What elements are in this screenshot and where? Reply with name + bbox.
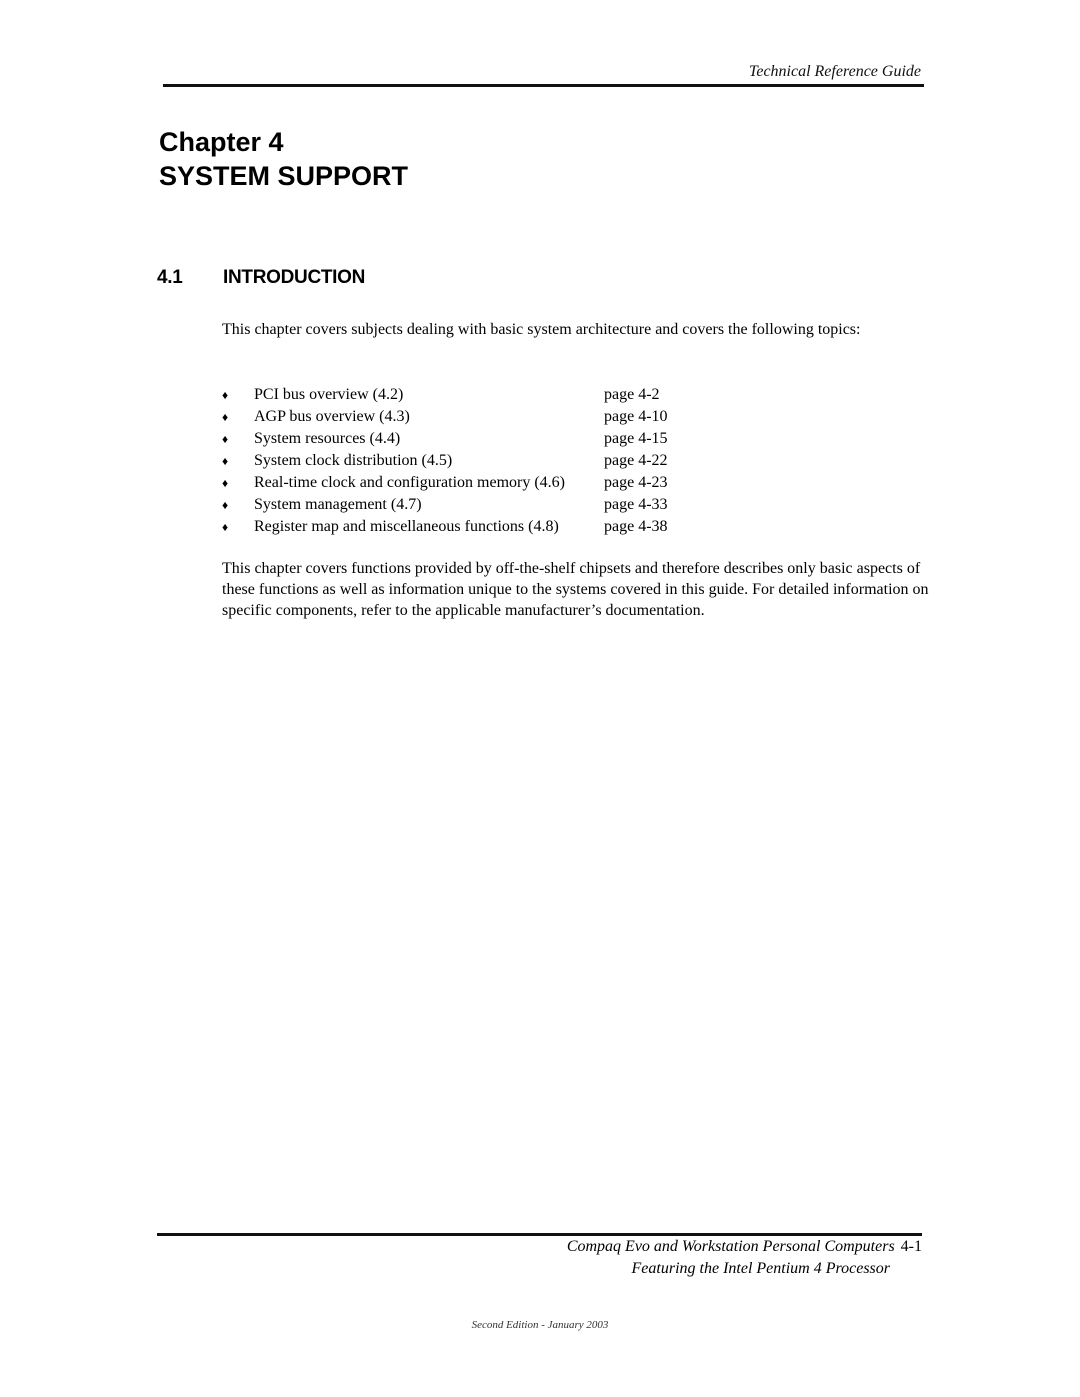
topic-label: PCI bus overview (4.2): [254, 386, 404, 403]
topic-page-ref: page 4-33: [604, 496, 668, 513]
footer-product-line: Compaq Evo and Workstation Personal Comp…: [567, 1238, 922, 1256]
diamond-bullet-icon: ♦: [222, 432, 229, 446]
footer-rule: [157, 1233, 922, 1236]
intro-paragraph: This chapter covers subjects dealing wit…: [222, 321, 861, 338]
topic-item: ♦ PCI bus overview (4.2) page 4-2: [222, 384, 668, 406]
topic-list: ♦ PCI bus overview (4.2) page 4-2 ♦ AGP …: [222, 384, 668, 538]
topic-page-ref: page 4-38: [604, 518, 668, 535]
topic-page-ref: page 4-10: [604, 408, 668, 425]
topic-item: ♦ Real-time clock and configuration memo…: [222, 472, 668, 494]
diamond-bullet-icon: ♦: [222, 410, 229, 424]
topic-item: ♦ System management (4.7) page 4-33: [222, 494, 668, 516]
section-heading: 4.1 INTRODUCTION: [157, 267, 365, 289]
topic-label: System resources (4.4): [254, 430, 401, 447]
footer-subtitle: Featuring the Intel Pentium 4 Processor: [631, 1260, 890, 1277]
topic-label: System clock distribution (4.5): [254, 452, 453, 469]
diamond-bullet-icon: ♦: [222, 388, 229, 402]
topic-page-ref: page 4-15: [604, 430, 668, 447]
topic-page-ref: page 4-23: [604, 474, 668, 491]
header-rule: [163, 84, 924, 87]
diamond-bullet-icon: ♦: [222, 476, 229, 490]
section-title: INTRODUCTION: [223, 267, 366, 288]
topic-item: ♦ AGP bus overview (4.3) page 4-10: [222, 406, 668, 428]
topic-label: AGP bus overview (4.3): [254, 408, 410, 425]
footer-product-title: Compaq Evo and Workstation Personal Comp…: [566, 1238, 895, 1255]
diamond-bullet-icon: ♦: [222, 498, 229, 512]
topic-page-ref: page 4-2: [604, 386, 660, 403]
topic-label: System management (4.7): [254, 496, 422, 513]
topic-page-ref: page 4-22: [604, 452, 668, 469]
topic-label: Register map and miscellaneous functions…: [254, 518, 559, 535]
chapter-label: Chapter 4: [159, 127, 284, 157]
topic-label: Real-time clock and configuration memory…: [254, 474, 566, 491]
running-header-title: Technical Reference Guide: [748, 63, 921, 80]
diamond-bullet-icon: ♦: [222, 520, 229, 534]
chapter-heading: Chapter 4 SYSTEM SUPPORT: [159, 125, 408, 193]
chapter-title: SYSTEM SUPPORT: [159, 161, 409, 191]
page-number: 4-1: [900, 1238, 922, 1255]
topic-item: ♦ System resources (4.4) page 4-15: [222, 428, 668, 450]
section-number: 4.1: [157, 267, 183, 288]
edition-note: Second Edition - January 2003: [471, 1319, 609, 1331]
closing-paragraph: This chapter covers functions provided b…: [222, 560, 929, 619]
topic-item: ♦ Register map and miscellaneous functio…: [222, 516, 668, 538]
topic-item: ♦ System clock distribution (4.5) page 4…: [222, 450, 668, 472]
diamond-bullet-icon: ♦: [222, 454, 229, 468]
